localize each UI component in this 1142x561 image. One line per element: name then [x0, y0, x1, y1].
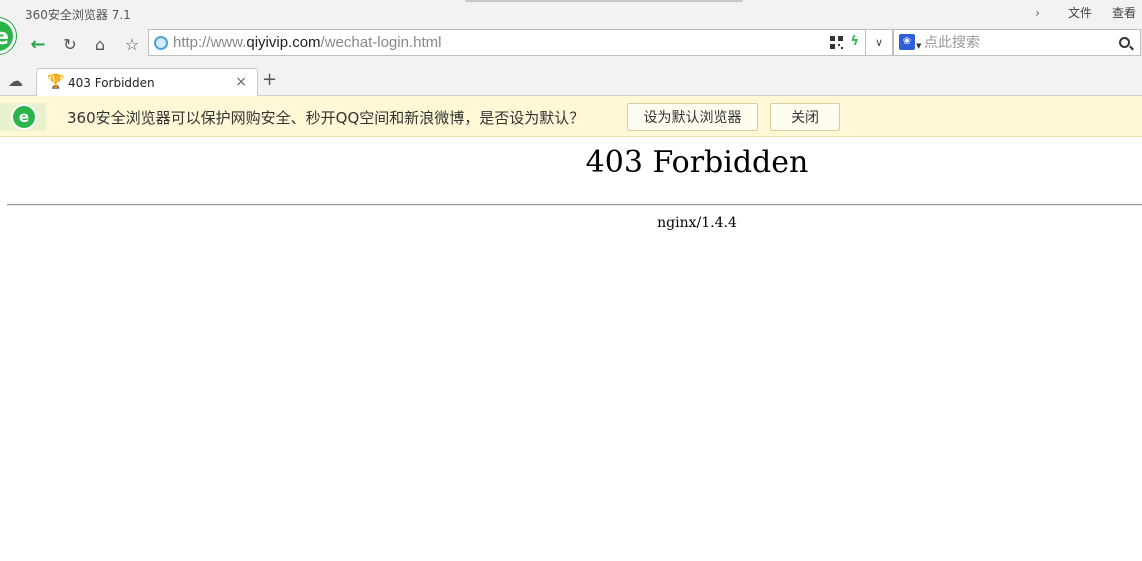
address-dropdown-button[interactable]: ∨ — [866, 29, 893, 56]
title-bar: 360安全浏览器 7.1 › 文件 查看 — [0, 0, 1142, 28]
address-bar[interactable]: http://www.qiyivip.com/wechat-login.html… — [148, 29, 866, 56]
default-browser-notification: e 360安全浏览器可以保护网购安全、秒开QQ空间和新浪微博，是否设为默认？ 设… — [0, 96, 1142, 137]
globe-icon — [154, 36, 168, 50]
logo-e-icon: e — [11, 104, 37, 130]
arrow-left-icon: ← — [30, 33, 46, 55]
tab-title: 403 Forbidden — [68, 76, 155, 90]
home-button[interactable]: ⌂ — [87, 31, 113, 57]
url-path: /wechat-login.html — [320, 34, 442, 51]
app-title: 360安全浏览器 7.1 — [25, 8, 131, 22]
url-text[interactable]: http://www.qiyivip.com/wechat-login.html — [173, 34, 441, 51]
divider — [7, 204, 1142, 206]
url-scheme: http://www. — [173, 34, 247, 51]
search-icon[interactable] — [1119, 37, 1130, 48]
set-default-browser-button[interactable]: 设为默认浏览器 — [627, 103, 758, 131]
menu-file[interactable]: 文件 — [1068, 4, 1092, 21]
page-title: 403 Forbidden — [585, 145, 809, 180]
qr-code-icon[interactable] — [830, 36, 843, 49]
menu-bar: › 文件 查看 — [1035, 4, 1136, 21]
search-input[interactable] — [924, 33, 1104, 53]
tab-403-forbidden[interactable]: 🏆 403 Forbidden × — [36, 68, 258, 97]
server-signature: nginx/1.4.4 — [657, 215, 737, 231]
back-button[interactable]: ← — [25, 31, 51, 57]
reload-icon: ↻ — [63, 34, 77, 54]
notification-message: 360安全浏览器可以保护网购安全、秒开QQ空间和新浪微博，是否设为默认？ — [67, 109, 585, 127]
trophy-icon: 🏆 — [47, 74, 65, 90]
navigation-bar: ← ↻ ⌂ ☆ http://www.qiyivip.com/wechat-lo… — [0, 28, 1142, 66]
chevron-down-icon: ∨ — [874, 36, 884, 49]
menu-view[interactable]: 查看 — [1112, 4, 1136, 21]
close-icon[interactable]: × — [235, 74, 247, 90]
chevron-right-icon[interactable]: › — [1035, 6, 1040, 20]
tab-bar: ☁ 🏆 403 Forbidden × + — [0, 66, 1142, 97]
url-host: qiyivip.com — [246, 34, 321, 51]
notification-logo: e — [0, 103, 46, 131]
baidu-paw-icon[interactable]: ❀ — [899, 34, 915, 50]
page-content: 403 Forbidden nginx/1.4.4 — [0, 137, 1142, 561]
lightning-icon[interactable]: ϟ — [850, 34, 859, 49]
window-drag-handle[interactable] — [465, 0, 743, 2]
cloud-icon[interactable]: ☁ — [8, 72, 23, 90]
caret-down-icon[interactable]: ▼ — [916, 42, 921, 50]
star-icon: ☆ — [124, 34, 140, 54]
logo-e-icon: e — [0, 25, 9, 50]
reload-button[interactable]: ↻ — [57, 31, 83, 57]
favorite-button[interactable]: ☆ — [119, 31, 145, 57]
search-box: ❀ ▼ — [893, 29, 1141, 56]
home-icon: ⌂ — [94, 34, 106, 54]
new-tab-button[interactable]: + — [262, 69, 277, 90]
close-notification-button[interactable]: 关闭 — [770, 103, 840, 131]
